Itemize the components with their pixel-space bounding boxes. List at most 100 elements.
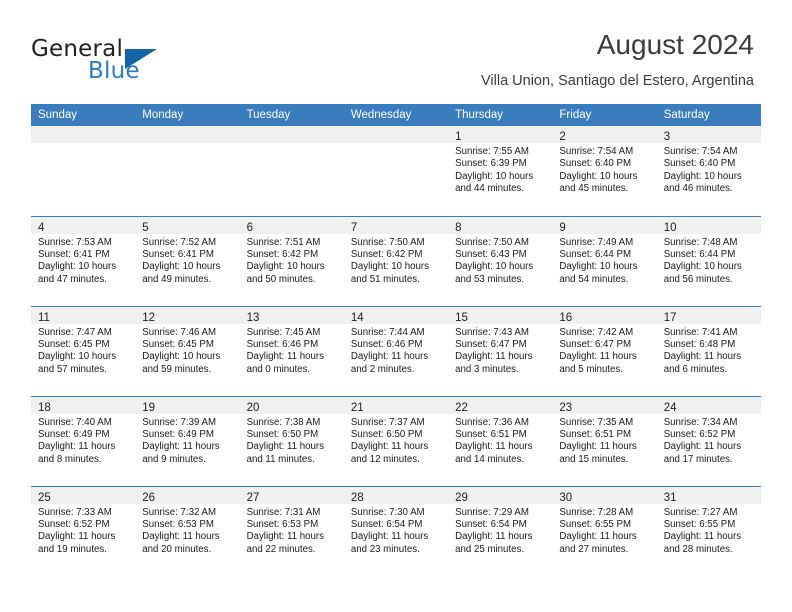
calendar-day-cell[interactable]: 22 Sunrise: 7:36 AM Sunset: 6:51 PM Dayligh…	[448, 395, 553, 486]
daylight-text: Daylight: 10 hours	[559, 170, 638, 182]
sunset-text: Sunset: 6:53 PM	[246, 518, 319, 530]
sunrise-text: Sunrise: 7:32 AM	[142, 506, 217, 518]
daylight-text: Daylight: 11 hours	[663, 441, 742, 453]
sunset-text: Sunset: 6:41 PM	[142, 248, 214, 260]
calendar-week-row: 25 Sunrise: 7:33 AM Sunset: 6:52 PM Dayligh…	[31, 485, 761, 576]
daylight-text-cont: and 3 minutes.	[455, 363, 519, 375]
daylight-text-cont: and 17 minutes.	[663, 453, 733, 465]
sunrise-text: Sunrise: 7:54 AM	[663, 146, 738, 157]
calendar-week-row: 4 Sunrise: 7:53 AM Sunset: 6:41 PM Daylight…	[31, 215, 761, 306]
sunrise-text: Sunrise: 7:40 AM	[38, 416, 112, 428]
calendar-day-cell[interactable]: 25 Sunrise: 7:33 AM Sunset: 6:52 PM Dayligh…	[31, 485, 136, 576]
day-number: 3	[663, 131, 671, 143]
day-details	[31, 143, 135, 146]
daylight-text-cont: and 57 minutes.	[38, 363, 107, 375]
daylight-text: Daylight: 11 hours	[455, 441, 533, 453]
day-number: 9	[559, 221, 566, 234]
sunset-text: Sunset: 6:50 PM	[350, 428, 423, 440]
calendar-day-cell[interactable]: 19 Sunrise: 7:39 AM Sunset: 6:49 PM Dayligh…	[135, 395, 240, 486]
daylight-text-cont: and 28 minutes.	[663, 543, 733, 555]
calendar-day-cell[interactable]: 13 Sunrise: 7:45 AM Sunset: 6:46 PM Dayligh…	[239, 305, 344, 396]
daylight-text: Daylight: 10 hours	[142, 261, 221, 273]
day-details: Sunrise: 7:34 AM Sunset: 6:52 PM Daylight:…	[657, 414, 761, 467]
daylight-text-cont: and 25 minutes.	[455, 543, 525, 555]
day-number: 29	[455, 491, 468, 504]
daylight-text: Daylight: 11 hours	[38, 441, 116, 453]
daylight-text: Daylight: 11 hours	[559, 351, 637, 363]
calendar-day-cell[interactable]: 9 Sunrise: 7:49 AM Sunset: 6:44 PM Daylight…	[552, 215, 657, 306]
daylight-text-cont: and 5 minutes.	[559, 363, 623, 375]
calendar-day-cell[interactable]: 5 Sunrise: 7:52 AM Sunset: 6:41 PM Daylight…	[135, 215, 240, 306]
sunset-text: Sunset: 6:42 PM	[350, 248, 423, 260]
day-number-bar: 9	[552, 216, 657, 234]
day-details: Sunrise: 7:35 AM Sunset: 6:51 PM Daylight:…	[552, 414, 656, 467]
page-subtitle: Villa Union, Santiago del Estero, Argent…	[481, 73, 754, 89]
sunset-text: Sunset: 6:53 PM	[142, 518, 214, 530]
calendar-day-cell[interactable]: 27 Sunrise: 7:31 AM Sunset: 6:53 PM Dayligh…	[239, 485, 344, 576]
sunset-text: Sunset: 6:41 PM	[38, 248, 110, 260]
calendar-day-cell[interactable]: 10 Sunrise: 7:48 AM Sunset: 6:44 PM Dayligh…	[656, 215, 761, 306]
day-number-bar: 17	[656, 306, 761, 324]
calendar-day-cell[interactable]: 17 Sunrise: 7:41 AM Sunset: 6:48 PM Dayligh…	[656, 305, 761, 396]
calendar-day-cell[interactable]: 21 Sunrise: 7:37 AM Sunset: 6:50 PM Dayligh…	[343, 395, 449, 486]
calendar-day-cell[interactable]: 6 Sunrise: 7:51 AM Sunset: 6:42 PM Daylight…	[239, 215, 344, 306]
sunrise-text: Sunrise: 7:27 AM	[663, 506, 738, 518]
calendar-day-cell[interactable]: 11 Sunrise: 7:47 AM Sunset: 6:45 PM Dayligh…	[31, 305, 136, 396]
sunset-text: Sunset: 6:43 PM	[455, 248, 527, 260]
daylight-text-cont: and 9 minutes.	[142, 453, 206, 465]
day-number: 22	[455, 401, 468, 414]
sunrise-text: Sunrise: 7:53 AM	[38, 236, 112, 248]
day-details: Sunrise: 7:50 AM Sunset: 6:42 PM Daylight:…	[344, 234, 448, 287]
sunrise-text: Sunrise: 7:45 AM	[246, 326, 321, 338]
calendar-day-cell[interactable]: 16 Sunrise: 7:42 AM Sunset: 6:47 PM Dayligh…	[552, 305, 657, 396]
daylight-text: Daylight: 11 hours	[350, 351, 429, 363]
calendar-day-cell[interactable]: 8 Sunrise: 7:50 AM Sunset: 6:43 PM Daylight…	[448, 215, 553, 306]
day-number-bar: 16	[552, 306, 657, 324]
calendar-day-cell[interactable]: 30 Sunrise: 7:28 AM Sunset: 6:55 PM Dayligh…	[552, 485, 657, 576]
day-number: 26	[142, 491, 156, 504]
day-number-bar: 5	[135, 216, 240, 234]
calendar-day-cell[interactable]: 28 Sunrise: 7:30 AM Sunset: 6:54 PM Dayligh…	[343, 485, 449, 576]
calendar-day-cell[interactable]: 14 Sunrise: 7:44 AM Sunset: 6:46 PM Dayligh…	[343, 305, 449, 396]
calendar-day-cell[interactable]: 2 Sunrise: 7:54 AM Sunset: 6:40 PM Daylight…	[552, 126, 657, 216]
calendar-day-cell[interactable]: 7 Sunrise: 7:50 AM Sunset: 6:42 PM Daylight…	[343, 215, 449, 306]
sunset-text: Sunset: 6:51 PM	[559, 428, 632, 440]
day-number: 12	[142, 311, 156, 324]
day-number-bar: 10	[656, 216, 761, 234]
day-number: 24	[663, 401, 677, 414]
calendar-day-cell[interactable]: 20 Sunrise: 7:38 AM Sunset: 6:50 PM Dayligh…	[239, 395, 344, 486]
day-details	[344, 143, 448, 146]
day-number: 10	[663, 221, 677, 234]
calendar-page: General Blue August 2024 Villa Union, Sa…	[0, 0, 792, 612]
daylight-text-cont: and 12 minutes.	[350, 453, 420, 465]
day-number-bar: 20	[239, 396, 344, 414]
day-number-bar: 26	[135, 486, 240, 504]
sunset-text: Sunset: 6:54 PM	[455, 518, 527, 530]
calendar-day-cell[interactable]: 23 Sunrise: 7:35 AM Sunset: 6:51 PM Dayligh…	[552, 395, 657, 486]
day-details: Sunrise: 7:39 AM Sunset: 6:49 PM Daylight:…	[135, 414, 239, 467]
calendar-day-cell[interactable]: 4 Sunrise: 7:53 AM Sunset: 6:41 PM Daylight…	[31, 215, 136, 306]
calendar-day-cell[interactable]: 26 Sunrise: 7:32 AM Sunset: 6:53 PM Dayligh…	[135, 485, 240, 576]
calendar-day-cell[interactable]: 1 Sunrise: 7:55 AM Sunset: 6:39 PM Daylight…	[448, 126, 553, 216]
day-number-bar: 31	[656, 486, 761, 504]
daylight-text: Daylight: 11 hours	[663, 531, 742, 543]
daylight-text-cont: and 53 minutes.	[455, 273, 525, 285]
daylight-text-cont: and 59 minutes.	[142, 363, 212, 375]
calendar-day-cell[interactable]: 3 Sunrise: 7:54 AM Sunset: 6:40 PM Daylight…	[656, 126, 761, 216]
sunrise-text: Sunrise: 7:55 AM	[455, 146, 529, 157]
calendar-day-cell[interactable]: 15 Sunrise: 7:43 AM Sunset: 6:47 PM Dayligh…	[448, 305, 553, 396]
calendar-day-cell[interactable]: 24 Sunrise: 7:34 AM Sunset: 6:52 PM Dayligh…	[656, 395, 761, 486]
calendar-day-cell[interactable]: 31 Sunrise: 7:27 AM Sunset: 6:55 PM Dayligh…	[656, 485, 761, 576]
calendar-day-cell[interactable]: 12 Sunrise: 7:46 AM Sunset: 6:45 PM Dayligh…	[135, 305, 240, 396]
daylight-text: Daylight: 10 hours	[142, 351, 221, 363]
daylight-text-cont: and 44 minutes.	[455, 183, 525, 195]
sunset-text: Sunset: 6:51 PM	[455, 428, 527, 440]
calendar-day-cell[interactable]: 29 Sunrise: 7:29 AM Sunset: 6:54 PM Dayligh…	[448, 485, 553, 576]
calendar-day-cell[interactable]: 18 Sunrise: 7:40 AM Sunset: 6:49 PM Dayligh…	[31, 395, 136, 486]
day-number-bar: 11	[31, 306, 136, 324]
sunset-text: Sunset: 6:49 PM	[38, 428, 110, 440]
daylight-text-cont: and 22 minutes.	[246, 543, 316, 555]
day-number: 27	[246, 491, 260, 504]
sunrise-text: Sunrise: 7:48 AM	[663, 236, 738, 248]
day-details: Sunrise: 7:50 AM Sunset: 6:43 PM Daylight:…	[448, 234, 552, 287]
